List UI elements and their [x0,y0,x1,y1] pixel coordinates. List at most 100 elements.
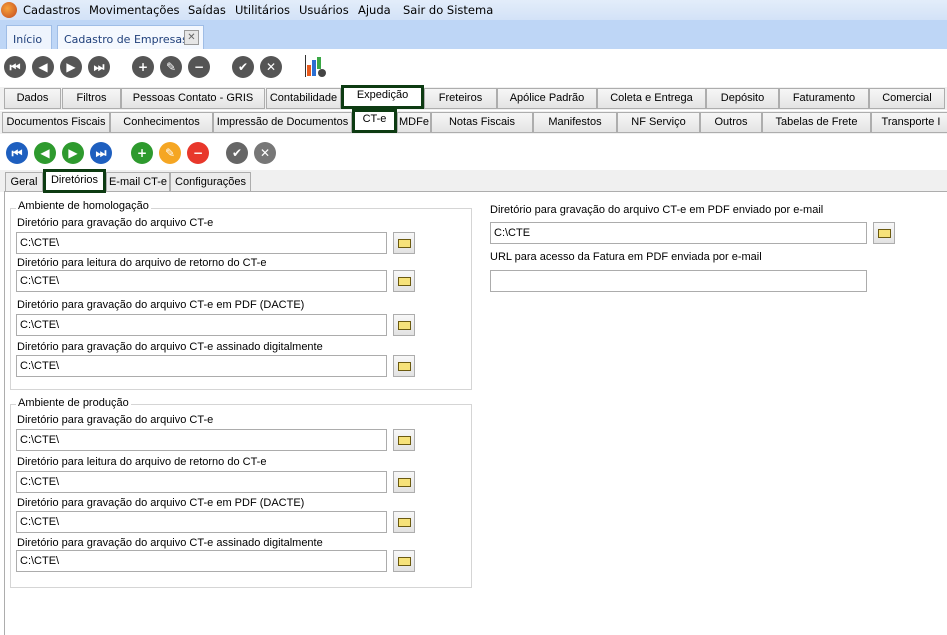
confirm-button[interactable]: ✔ [226,142,248,164]
tab-contabilidade[interactable]: Contabilidade [266,88,341,109]
browse-folder-button[interactable] [873,222,895,244]
tab-tabelas-de-frete[interactable]: Tabelas de Frete [762,112,871,133]
homologacao-dir-input[interactable]: C:\CTE\ [16,232,387,254]
next-record-button[interactable]: ▶ [60,56,82,78]
subtab-email-cte[interactable]: E-mail CT-e [106,172,170,192]
folder-icon [878,229,891,238]
menu-usuarios[interactable]: Usuários [299,3,349,17]
cancel-button[interactable]: ✕ [260,56,282,78]
edit-button[interactable]: ✎ [159,142,181,164]
homologacao-field-label: Diretório para gravação do arquivo CT-e [17,217,214,229]
tab-apo-lice-padra-o[interactable]: Apólice Padrão [497,88,597,109]
tab-freteiros[interactable]: Freteiros [424,88,497,109]
tab-coleta-e-entrega[interactable]: Coleta e Entrega [597,88,706,109]
menu-utilitarios[interactable]: Utilitários [235,3,290,17]
next-record-button[interactable]: ▶ [62,142,84,164]
producao-dir-input[interactable]: C:\CTE\ [16,511,387,533]
tab-faturamento[interactable]: Faturamento [779,88,869,109]
delete-button[interactable]: − [188,56,210,78]
doc-tab-inicio[interactable]: Início [6,25,52,49]
browse-folder-button[interactable] [393,429,415,451]
previous-record-button[interactable]: ◀ [32,56,54,78]
fatura-url-input[interactable] [490,270,867,292]
tab-transporte-i[interactable]: Transporte I [871,112,947,133]
last-record-button[interactable]: ⏭ [88,56,110,78]
tab-depo-sito[interactable]: Depósito [706,88,779,109]
secondary-toolbar: ⏮ ◀ ▶ ⏭ + ✎ − ✔ ✕ [0,138,947,170]
producao-field-label: Diretório para gravação do arquivo CT-e … [17,537,323,549]
add-button[interactable]: + [132,56,154,78]
confirm-button[interactable]: ✔ [232,56,254,78]
folder-icon [398,436,411,445]
menu-cadastros[interactable]: Cadastros [23,3,80,17]
tab-comercial[interactable]: Comercial [869,88,945,109]
main-toolbar: ⏮ ◀ ▶ ⏭ + ✎ − ✔ ✕ [0,49,947,85]
expedicao-tab-row: Documentos Fiscais Conhecimentos Impressão… [0,109,947,134]
cancel-button[interactable]: ✕ [254,142,276,164]
pdf-email-dir-input[interactable]: C:\CTE [490,222,867,244]
producao-dir-input[interactable]: C:\CTE\ [16,550,387,572]
divider [4,191,947,192]
doc-tab-cadastro-empresas[interactable]: Cadastro de Empresas ✕ [57,25,204,49]
folder-icon [398,557,411,566]
homologacao-dir-input[interactable]: C:\CTE\ [16,314,387,336]
tab-notas-fiscais[interactable]: Notas Fiscais [431,112,533,133]
homologacao-field-label: Diretório para gravação do arquivo CT-e … [17,299,305,311]
tab-impressa-o-de-documentos[interactable]: Impressão de Documentos [213,112,352,133]
pdf-email-dir-label: Diretório para gravação do arquivo CT-e … [490,204,824,216]
tab-conhecimentos[interactable]: Conhecimentos [110,112,213,133]
tab-mdfe[interactable]: MDFe [397,112,431,133]
folder-icon [398,239,411,248]
producao-field-label: Diretório para gravação do arquivo CT-e … [17,497,305,509]
subtab-diretorios[interactable]: Diretórios [43,169,106,193]
homologacao-field-label: Diretório para leitura do arquivo de ret… [17,257,267,269]
tab-expedic-a-o[interactable]: Expedição [341,85,424,109]
last-record-button[interactable]: ⏭ [90,142,112,164]
tab-pessoas-contato-gris[interactable]: Pessoas Contato - GRIS [121,88,265,109]
report-chart-icon[interactable] [304,55,326,79]
tab-outros[interactable]: Outros [700,112,762,133]
tab-documentos-fiscais[interactable]: Documentos Fiscais [2,112,110,133]
browse-folder-button[interactable] [393,550,415,572]
menu-saidas[interactable]: Saídas [188,3,226,17]
homologacao-dir-input[interactable]: C:\CTE\ [16,355,387,377]
first-record-button[interactable]: ⏮ [6,142,28,164]
homologacao-field-label: Diretório para gravação do arquivo CT-e … [17,341,323,353]
browse-folder-button[interactable] [393,471,415,493]
menu-sair[interactable]: Sair do Sistema [403,3,493,17]
first-record-button[interactable]: ⏮ [4,56,26,78]
doc-tab-label: Início [13,33,43,46]
homologacao-title: Ambiente de homologação [16,200,151,212]
doc-tab-label: Cadastro de Empresas [64,33,188,46]
menu-movimentacoes[interactable]: Movimentações [89,3,180,17]
close-icon[interactable]: ✕ [184,30,199,45]
tab-nf-servic-o[interactable]: NF Serviço [617,112,700,133]
producao-field-label: Diretório para gravação do arquivo CT-e [17,414,214,426]
producao-title: Ambiente de produção [16,397,131,409]
folder-icon [398,277,411,286]
producao-dir-input[interactable]: C:\CTE\ [16,429,387,451]
producao-dir-input[interactable]: C:\CTE\ [16,471,387,493]
delete-button[interactable]: − [187,142,209,164]
tab-manifestos[interactable]: Manifestos [533,112,617,133]
subtab-geral[interactable]: Geral [5,172,43,192]
tab-ct-e[interactable]: CT-e [352,109,397,133]
menu-ajuda[interactable]: Ajuda [358,3,391,17]
menu-bar: Cadastros Movimentações Saídas Utilitári… [0,0,947,20]
producao-field-label: Diretório para leitura do arquivo de ret… [17,456,267,468]
edit-button[interactable]: ✎ [160,56,182,78]
previous-record-button[interactable]: ◀ [34,142,56,164]
divider [4,191,5,635]
browse-folder-button[interactable] [393,511,415,533]
browse-folder-button[interactable] [393,232,415,254]
subtab-configuracoes[interactable]: Configurações [170,172,251,192]
browse-folder-button[interactable] [393,270,415,292]
app-logo-icon [1,2,17,18]
tab-dados[interactable]: Dados [4,88,61,109]
homologacao-dir-input[interactable]: C:\CTE\ [16,270,387,292]
browse-folder-button[interactable] [393,314,415,336]
add-button[interactable]: + [131,142,153,164]
main-tab-row: Dados Filtros Pessoas Contato - GRIS Contab… [0,85,947,110]
tab-filtros[interactable]: Filtros [62,88,121,109]
browse-folder-button[interactable] [393,355,415,377]
